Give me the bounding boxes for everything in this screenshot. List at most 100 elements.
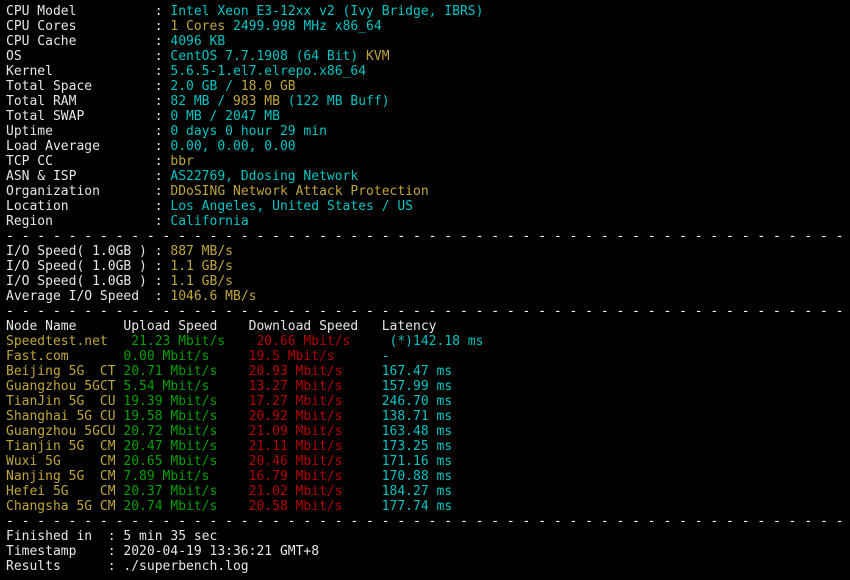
separator-line-2: - - - - - - - - - - - - - - - - - - - - … [6,304,850,319]
speedtest-download-11: 20.58 Mbit/s [248,499,382,514]
sysinfo-colon-13: : [154,199,171,214]
speedtest-latency-4: 246.70 ms [381,394,453,409]
speedtest-download-6: 21.09 Mbit/s [248,424,382,439]
speedtest-isp-1 [100,349,123,364]
separator-line-3: - - - - - - - - - - - - - - - - - - - - … [6,514,850,529]
footer-colon-0: : [107,529,124,544]
sysinfo-value-10-0: bbr [170,154,194,169]
sysinfo-value-8-0: 0 days 0 hour 29 min [170,124,327,139]
speedtest-latency-8: 171.16 ms [381,454,453,469]
speedtest-node-6: Guangzhou 5G [6,424,100,439]
speedtest-upload-11: 20.74 Mbit/s [123,499,249,514]
speedtest-header-node-name: Node Name [6,319,124,334]
sysinfo-colon-0: : [154,4,171,19]
speedtest-isp-11: CM [99,499,124,514]
iotest-value-0: 887 MB/s [170,244,233,259]
sysinfo-row-10: TCP CC : bbr [6,154,850,169]
footer-label-0: Finished in [6,529,108,544]
sysinfo-colon-4: : [154,64,171,79]
sysinfo-label-12: Organization [6,184,155,199]
footer-label-2: Results [6,559,108,574]
iotest-row-1: I/O Speed( 1.0GB ) : 1.1 GB/s [6,259,850,274]
sysinfo-row-7: Total SWAP : 0 MB / 2047 MB [6,109,850,124]
footer-value-0: 5 min 35 sec [123,529,218,544]
speedtest-row-4: TianJin 5G CU 19.39 Mbit/s 17.27 Mbit/s … [6,394,850,409]
speedtest-row-3: Guangzhou 5GCT 5.54 Mbit/s 13.27 Mbit/s … [6,379,850,394]
sysinfo-label-8: Uptime [6,124,155,139]
sysinfo-label-10: TCP CC [6,154,155,169]
speedtest-upload-8: 20.65 Mbit/s [123,454,249,469]
speedtest-download-9: 16.79 Mbit/s [248,469,382,484]
separator-line-1: - - - - - - - - - - - - - - - - - - - - … [6,229,850,244]
speedtest-node-3: Guangzhou 5G [6,379,100,394]
sysinfo-colon-9: : [154,139,171,154]
iotest-label-3: Average I/O Speed [6,289,155,304]
speedtest-download-7: 21.11 Mbit/s [248,439,382,454]
sysinfo-label-14: Region [6,214,155,229]
sysinfo-row-13: Location : Los Angeles, United States / … [6,199,850,214]
speedtest-upload-3: 5.54 Mbit/s [123,379,249,394]
sysinfo-row-9: Load Average : 0.00, 0.00, 0.00 [6,139,850,154]
sysinfo-row-0: CPU Model : Intel Xeon E3-12xx v2 (Ivy B… [6,4,850,19]
footer-row-0: Finished in : 5 min 35 sec [6,529,850,544]
sysinfo-colon-14: : [154,214,171,229]
speedtest-upload-6: 20.72 Mbit/s [123,424,249,439]
sysinfo-label-4: Kernel [6,64,155,79]
iotest-row-0: I/O Speed( 1.0GB ) : 887 MB/s [6,244,850,259]
sysinfo-value-1-0: 1 Cores [170,19,233,34]
speedtest-row-7: Tianjin 5G CM 20.47 Mbit/s 21.11 Mbit/s … [6,439,850,454]
speedtest-node-8: Wuxi 5G [6,454,100,469]
sysinfo-colon-8: : [154,124,171,139]
sysinfo-value-3-1: KVM [366,49,390,64]
speedtest-node-5: Shanghai 5G [6,409,100,424]
speedtest-latency-0: (*)142.18 ms [389,334,484,349]
sysinfo-row-14: Region : California [6,214,850,229]
speedtest-header-download-speed: Download Speed [248,319,382,334]
footer-row-2: Results : ./superbench.log [6,559,850,574]
footer-colon-1: : [107,544,124,559]
speedtest-header-row: Node Name Upload Speed Download Speed La… [6,319,850,334]
terminal-window: CPU Model : Intel Xeon E3-12xx v2 (Ivy B… [0,0,850,580]
speedtest-row-0: Speedtest.net 21.23 Mbit/s 20.66 Mbit/s … [6,334,850,349]
iotest-row-2: I/O Speed( 1.0GB ) : 1.1 GB/s [6,274,850,289]
speedtest-node-11: Changsha 5G [6,499,100,514]
speedtest-row-8: Wuxi 5G CM 20.65 Mbit/s 20.46 Mbit/s 171… [6,454,850,469]
speedtest-latency-10: 184.27 ms [381,484,453,499]
sysinfo-label-7: Total SWAP [6,109,155,124]
sysinfo-value-2-0: 4096 KB [170,34,226,49]
speedtest-row-10: Hefei 5G CM 20.37 Mbit/s 21.02 Mbit/s 18… [6,484,850,499]
speedtest-download-5: 20.92 Mbit/s [248,409,382,424]
sysinfo-label-1: CPU Cores [6,19,155,34]
iotest-value-2: 1.1 GB/s [170,274,233,289]
speedtest-download-3: 13.27 Mbit/s [248,379,382,394]
sysinfo-colon-10: : [154,154,171,169]
speedtest-node-9: Nanjing 5G [6,469,100,484]
speedtest-row-1: Fast.com 0.00 Mbit/s 19.5 Mbit/s - [6,349,850,364]
sysinfo-label-6: Total RAM [6,94,155,109]
sysinfo-value-4-0: 5.6.5-1.el7.elrepo.x86_64 [170,64,367,79]
footer-row-1: Timestamp : 2020-04-19 13:36:21 GMT+8 [6,544,850,559]
speedtest-download-8: 20.46 Mbit/s [248,454,382,469]
speedtest-row-11: Changsha 5G CM 20.74 Mbit/s 20.58 Mbit/s… [6,499,850,514]
sysinfo-label-5: Total Space [6,79,155,94]
sysinfo-value-13-0: Los Angeles, United States / US [170,199,414,214]
sysinfo-label-0: CPU Model [6,4,155,19]
iotest-colon-2: : [154,274,171,289]
speedtest-latency-3: 157.99 ms [381,379,453,394]
sysinfo-value-6-2: (122 MB Buff) [279,94,390,109]
speedtest-download-0: 20.66 Mbit/s [256,334,390,349]
sysinfo-value-0-0: Intel Xeon E3-12xx v2 (Ivy Bridge, IBRS) [170,4,484,19]
footer-colon-2: : [107,559,124,574]
footer-label-1: Timestamp [6,544,108,559]
sysinfo-label-9: Load Average [6,139,155,154]
sysinfo-value-3-0: CentOS 7.7.1908 (64 Bit) [170,49,367,64]
speedtest-row-9: Nanjing 5G CM 7.89 Mbit/s 16.79 Mbit/s 1… [6,469,850,484]
sysinfo-row-6: Total RAM : 82 MB / 983 MB (122 MB Buff) [6,94,850,109]
speedtest-download-10: 21.02 Mbit/s [248,484,382,499]
iotest-label-0: I/O Speed( 1.0GB ) [6,244,155,259]
speedtest-upload-10: 20.37 Mbit/s [123,484,249,499]
sysinfo-colon-7: : [154,109,171,124]
speedtest-node-0: Speedtest.net [6,334,108,349]
sysinfo-colon-1: : [154,19,171,34]
speedtest-upload-7: 20.47 Mbit/s [123,439,249,454]
